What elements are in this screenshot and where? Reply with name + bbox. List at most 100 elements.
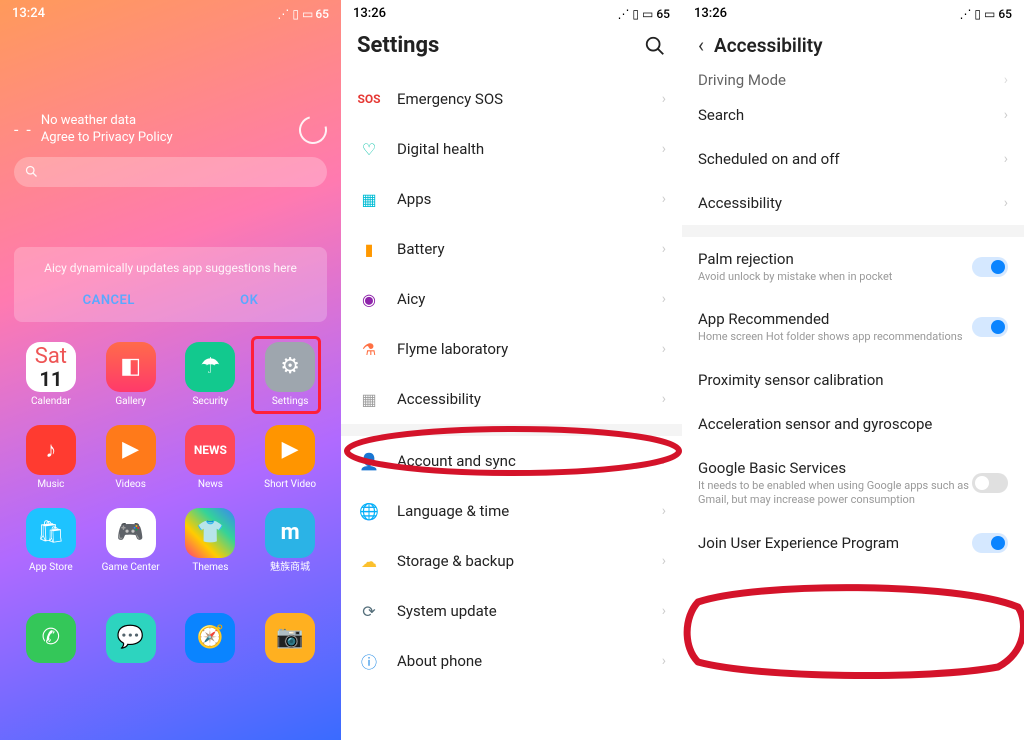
page-header: Settings [341,23,682,68]
row-emergency-sos[interactable]: SOSEmergency SOS› [341,74,682,124]
chevron-right-icon: › [662,453,666,469]
chevron-right-icon: › [662,553,666,569]
phone-icon: ✆ [26,613,76,663]
dock-camera[interactable]: 📷 [253,613,327,663]
app-videos[interactable]: ▶Videos [94,425,168,490]
sos-icon: SOS [357,87,381,111]
news-icon: NEWS [185,425,235,475]
status-icons: ⋰ ▯ ▭ 65 [277,7,329,21]
chevron-right-icon: › [662,503,666,519]
search-input[interactable] [14,157,327,187]
row-digital-health[interactable]: ♡Digital health› [341,124,682,174]
search-icon[interactable] [644,35,666,57]
aicy-icon: ◉ [357,287,381,311]
search-icon [24,164,39,179]
row-acceleration-gyro[interactable]: Acceleration sensor and gyroscope [682,402,1024,446]
app-shortvideo[interactable]: ▶Short Video [253,425,327,490]
themes-icon: 👕 [185,508,235,558]
row-system-update[interactable]: ⟳System update› [341,586,682,636]
chevron-right-icon: › [662,91,666,107]
row-user-experience[interactable]: Join User Experience Program [682,520,1024,566]
aicy-message: Aicy dynamically updates app suggestions… [30,261,311,275]
toggle-palm-rejection[interactable] [972,257,1008,277]
page-title: Accessibility [714,34,1008,57]
sim-icon: ▯ [292,7,299,21]
back-button[interactable]: ‹ [698,33,704,57]
app-store[interactable]: 🛍App Store [14,508,88,573]
app-gamecenter[interactable]: 🎮Game Center [94,508,168,573]
home-screen: 13:24 ⋰ ▯ ▭ 65 - - No weather data Agree… [0,0,341,740]
row-accessibility[interactable]: ▦Accessibility› [341,374,682,424]
battery-icon: ▮ [357,237,381,261]
dock-browser[interactable]: 🧭 [174,613,248,663]
app-meizu-store[interactable]: m魅族商城 [253,508,327,573]
status-bar: 13:24 ⋰ ▯ ▭ 65 [0,0,341,23]
chevron-right-icon: › [1004,195,1008,211]
row-accessibility-sub[interactable]: Accessibility› [682,181,1024,225]
row-proximity-calibration[interactable]: Proximity sensor calibration [682,358,1024,402]
row-scheduled[interactable]: Scheduled on and off› [682,137,1024,181]
gallery-icon: ◧ [106,342,156,392]
row-search[interactable]: Search› [682,93,1024,137]
toggle-user-experience[interactable] [972,533,1008,553]
battery-icon: ▭ 65 [302,7,329,21]
video-icon: ▶ [106,425,156,475]
store-icon: 🛍 [26,508,76,558]
chevron-right-icon: › [662,191,666,207]
chevron-right-icon: › [1004,107,1008,123]
row-about-phone[interactable]: ⓘAbout phone› [341,636,682,686]
gear-icon: ⚙ [265,342,315,392]
app-security[interactable]: ☂ Security [174,342,248,407]
app-calendar[interactable]: Sat11 Calendar [14,342,88,407]
dock-phone[interactable]: ✆ [14,613,88,663]
refresh-icon[interactable] [294,111,332,149]
app-themes[interactable]: 👕Themes [174,508,248,573]
divider [682,225,1024,237]
weather-widget[interactable]: - - No weather data Agree to Privacy Pol… [14,113,327,147]
chevron-right-icon: › [662,341,666,357]
status-bar: 13:26 ⋰ ▯ ▭ 65 [682,0,1024,23]
chevron-right-icon: › [662,603,666,619]
app-settings[interactable]: ⚙ Settings [253,342,327,407]
status-icons: ⋰ ▯ ▭ 65 [617,7,670,21]
row-driving-mode[interactable]: Driving Mode› [682,67,1024,93]
row-palm-rejection[interactable]: Palm rejectionAvoid unlock by mistake wh… [682,237,1024,297]
row-account-sync[interactable]: 👤Account and sync› [341,436,682,486]
clock: 13:26 [694,6,727,21]
chevron-right-icon: › [662,291,666,307]
row-storage-backup[interactable]: ☁Storage & backup› [341,536,682,586]
row-language-time[interactable]: 🌐Language & time› [341,486,682,536]
info-icon: ⓘ [357,649,381,673]
accessibility-screen: 13:26 ⋰ ▯ ▭ 65 ‹ Accessibility Driving M… [682,0,1024,740]
row-battery[interactable]: ▮Battery› [341,224,682,274]
toggle-google-services[interactable] [972,473,1008,493]
dock-messages[interactable]: 💬 [94,613,168,663]
meizu-icon: m [265,508,315,558]
wifi-icon: ⋰ [277,7,289,21]
camera-icon: 📷 [265,613,315,663]
row-apps[interactable]: ▦Apps› [341,174,682,224]
toggle-app-recommended[interactable] [972,317,1008,337]
app-music[interactable]: ♪Music [14,425,88,490]
update-icon: ⟳ [357,599,381,623]
row-app-recommended[interactable]: App RecommendedHome screen Hot folder sh… [682,297,1024,357]
highlight-google-services-row [682,582,1024,682]
app-gallery[interactable]: ◧ Gallery [94,342,168,407]
page-header: ‹ Accessibility [682,23,1024,67]
status-bar: 13:26 ⋰ ▯ ▭ 65 [341,0,682,23]
app-news[interactable]: NEWSNews [174,425,248,490]
chevron-right-icon: › [662,141,666,157]
dock: ✆ 💬 🧭 📷 [14,613,327,663]
row-flyme-lab[interactable]: ⚗Flyme laboratory› [341,324,682,374]
row-aicy[interactable]: ◉Aicy› [341,274,682,324]
account-icon: 👤 [357,449,381,473]
messages-icon: 💬 [106,613,156,663]
browser-icon: 🧭 [185,613,235,663]
cancel-button[interactable]: CANCEL [83,293,135,308]
chevron-right-icon: › [662,391,666,407]
shortvideo-icon: ▶ [265,425,315,475]
row-google-basic-services[interactable]: Google Basic ServicesIt needs to be enab… [682,446,1024,521]
grid-icon: ▦ [357,387,381,411]
aicy-suggestion-card: Aicy dynamically updates app suggestions… [14,247,327,322]
ok-button[interactable]: OK [240,293,258,308]
